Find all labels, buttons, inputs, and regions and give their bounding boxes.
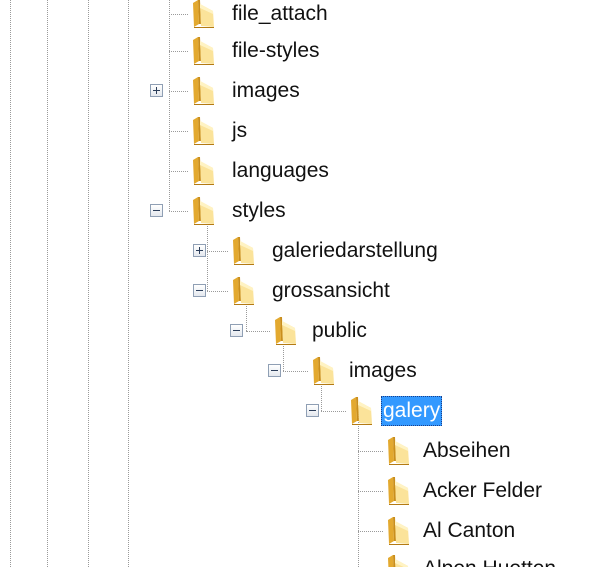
expander-bar	[271, 370, 278, 371]
collapse-minus-icon[interactable]	[268, 364, 281, 377]
folder-icon	[190, 155, 216, 185]
tree-node-label[interactable]: images	[347, 356, 419, 386]
tree-node-label[interactable]: js	[230, 116, 249, 146]
folder-icon	[272, 315, 298, 345]
tree-guide-line	[128, 0, 129, 567]
tree-connector-line	[207, 291, 228, 292]
folder-icon	[385, 435, 411, 465]
tree-node-label[interactable]: Abseihen	[421, 436, 513, 466]
tree-node-label[interactable]: images	[230, 76, 302, 106]
tree-guide-line	[10, 0, 11, 567]
tree-node-label[interactable]: Alpen Huetten	[421, 554, 558, 567]
expander-bar	[309, 410, 316, 411]
folder-icon	[190, 0, 216, 28]
folder-icon	[385, 515, 411, 545]
tree-node-label[interactable]: languages	[230, 156, 331, 186]
collapse-minus-icon[interactable]	[230, 324, 243, 337]
tree-guide-line	[88, 0, 89, 567]
folder-icon	[190, 115, 216, 145]
collapse-minus-icon[interactable]	[193, 284, 206, 297]
folder-tree[interactable]: file_attach file-styles images js languages s…	[0, 0, 592, 567]
folder-icon	[385, 553, 411, 567]
tree-connector-line	[169, 91, 188, 92]
folder-icon	[190, 75, 216, 105]
tree-node-label[interactable]: file-styles	[230, 36, 322, 66]
tree-connector-line	[283, 371, 308, 372]
folder-icon	[190, 195, 216, 225]
tree-connector-line	[321, 411, 346, 412]
tree-node-label[interactable]: file_attach	[230, 0, 330, 29]
tree-connector-line	[246, 331, 270, 332]
tree-connector-line	[358, 531, 383, 532]
folder-icon	[190, 35, 216, 65]
expand-plus-icon[interactable]	[150, 84, 163, 97]
expander-bar	[156, 87, 157, 94]
folder-icon	[385, 475, 411, 505]
tree-node-label[interactable]: galeriedarstellung	[270, 236, 440, 266]
folder-icon	[310, 355, 336, 385]
folder-icon	[230, 235, 256, 265]
collapse-minus-icon[interactable]	[150, 204, 163, 217]
tree-connector-line	[358, 451, 383, 452]
tree-node-label[interactable]: Acker Felder	[421, 476, 544, 506]
tree-node-label[interactable]: grossansicht	[270, 276, 392, 306]
tree-connector-line	[169, 131, 188, 132]
tree-connector-line	[169, 51, 188, 52]
folder-icon	[230, 275, 256, 305]
tree-guide-line	[358, 411, 359, 567]
tree-guide-line	[169, 0, 170, 211]
tree-connector-line	[169, 171, 188, 172]
tree-node-label-selected[interactable]: galery	[381, 396, 443, 426]
collapse-minus-icon[interactable]	[306, 404, 319, 417]
tree-node-label[interactable]: Al Canton	[421, 516, 517, 546]
tree-connector-line	[169, 14, 188, 15]
tree-guide-line	[47, 0, 48, 567]
tree-node-label[interactable]: styles	[230, 196, 288, 226]
tree-connector-line	[358, 491, 383, 492]
tree-node-label[interactable]: public	[310, 316, 369, 346]
expander-bar	[233, 330, 240, 331]
tree-connector-line	[207, 251, 228, 252]
folder-icon	[348, 395, 374, 425]
expander-bar	[153, 210, 160, 211]
expand-plus-icon[interactable]	[193, 244, 206, 257]
tree-connector-line	[169, 211, 188, 212]
expander-bar	[199, 247, 200, 254]
expander-bar	[196, 290, 203, 291]
